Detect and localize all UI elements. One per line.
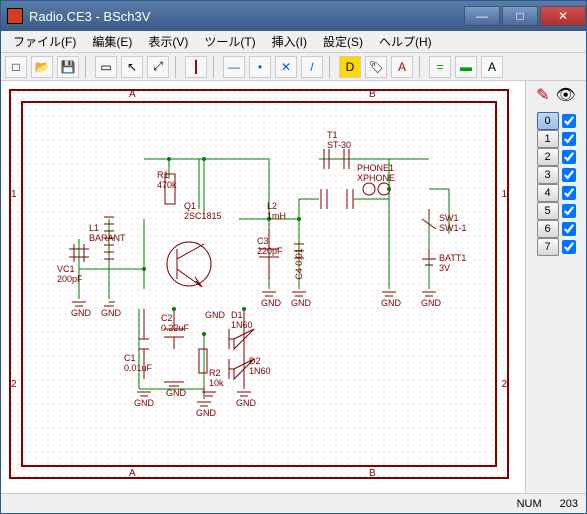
- c4-label: C4 0.01: [295, 248, 305, 280]
- junction-icon[interactable]: •: [249, 56, 271, 78]
- layer-visible-2[interactable]: [562, 150, 576, 164]
- layer-visible-3[interactable]: [562, 168, 576, 182]
- arrow-icon[interactable]: ↖: [121, 56, 143, 78]
- q1-label: Q1 2SC1815: [184, 202, 222, 222]
- vc1-label: VC1 200pF: [57, 265, 83, 285]
- gnd4: GND: [196, 409, 216, 419]
- diagonal-icon[interactable]: /: [301, 56, 323, 78]
- layer-visible-0[interactable]: [562, 114, 576, 128]
- layer-button-6[interactable]: 6: [537, 220, 559, 238]
- toolbar: □ 📂 💾 ▭ ↖ ⤢ ┃ — • ✕ / D 🏷 A = ▬ A: [1, 53, 586, 81]
- status-coord: 203: [560, 498, 578, 510]
- c2-label: C2 0.22uF: [161, 314, 189, 334]
- status-num: NUM: [517, 498, 542, 510]
- eye-icon: 👁: [556, 85, 576, 105]
- gnd5: GND: [236, 399, 256, 409]
- rect-icon[interactable]: ▬: [455, 56, 477, 78]
- select-icon[interactable]: ▭: [95, 56, 117, 78]
- layer-button-2[interactable]: 2: [537, 148, 559, 166]
- maximize-button[interactable]: □: [502, 6, 538, 26]
- d1-label: D1 1N60: [231, 311, 253, 331]
- menu-file[interactable]: ファイル(F): [5, 31, 84, 52]
- layer-visible-1[interactable]: [562, 132, 576, 146]
- menubar: ファイル(F) 編集(E) 表示(V) ツール(T) 挿入(I) 設定(S) ヘ…: [1, 31, 586, 53]
- close-button[interactable]: ✕: [540, 6, 586, 26]
- t1-label: T1 ST-30: [327, 131, 351, 151]
- gnd9: GND: [421, 299, 441, 309]
- schematic-canvas[interactable]: A B A B 1 2 1 2: [1, 81, 526, 493]
- c1-label: C1 0.01uF: [124, 354, 152, 374]
- menu-set[interactable]: 設定(S): [315, 31, 371, 52]
- minimize-button[interactable]: —: [464, 6, 500, 26]
- layer-visible-5[interactable]: [562, 204, 576, 218]
- layer-button-7[interactable]: 7: [537, 238, 559, 256]
- window-title: Radio.CE3 - BSch3V: [29, 9, 150, 24]
- layer-button-3[interactable]: 3: [537, 166, 559, 184]
- l1-label: L1 BARANT: [89, 224, 126, 244]
- layer-visible-6[interactable]: [562, 222, 576, 236]
- layer-button-1[interactable]: 1: [537, 130, 559, 148]
- pencil-icon: ✎: [536, 85, 549, 105]
- menu-help[interactable]: ヘルプ(H): [371, 31, 440, 52]
- new-icon[interactable]: □: [5, 56, 27, 78]
- sw1-label: SW1 SW1-1: [439, 214, 467, 234]
- l2-label: L2 1mH: [267, 202, 286, 222]
- menu-tool[interactable]: ツール(T): [196, 31, 263, 52]
- d2-label: D2 1N60: [249, 357, 271, 377]
- label-d-icon[interactable]: D: [339, 56, 361, 78]
- gnd3b: GND: [166, 389, 186, 399]
- move-icon[interactable]: ⤢: [147, 56, 169, 78]
- text-a2-icon[interactable]: A: [481, 56, 503, 78]
- gnd3: GND: [134, 399, 154, 409]
- batt-label: BATT1 3V: [439, 254, 466, 274]
- gnd8: GND: [381, 299, 401, 309]
- gnd4b: GND: [205, 311, 225, 321]
- r2-label: R2 10k: [209, 369, 224, 389]
- layer-panel: ✎ 👁 01234567: [526, 81, 586, 493]
- c3-label: C3 220pF: [257, 237, 283, 257]
- r1-label: R1 470k: [157, 171, 177, 191]
- menu-view[interactable]: 表示(V): [140, 31, 196, 52]
- bus-icon[interactable]: ┃: [185, 56, 207, 78]
- layer-button-0[interactable]: 0: [537, 112, 559, 130]
- layer-button-4[interactable]: 4: [537, 184, 559, 202]
- phone-label: PHONE1 XPHONE: [357, 164, 395, 184]
- layer-visible-4[interactable]: [562, 186, 576, 200]
- layer-visible-7[interactable]: [562, 240, 576, 254]
- text-a-icon[interactable]: A: [391, 56, 413, 78]
- open-icon[interactable]: 📂: [31, 56, 53, 78]
- titlebar: Radio.CE3 - BSch3V — □ ✕: [1, 1, 586, 31]
- gnd2: GND: [101, 309, 121, 319]
- tag-icon[interactable]: 🏷: [365, 56, 387, 78]
- gnd1: GND: [71, 309, 91, 319]
- equal-icon[interactable]: =: [429, 56, 451, 78]
- layer-button-5[interactable]: 5: [537, 202, 559, 220]
- menu-edit[interactable]: 編集(E): [84, 31, 140, 52]
- save-icon[interactable]: 💾: [57, 56, 79, 78]
- line-icon[interactable]: —: [223, 56, 245, 78]
- schematic-svg: [9, 89, 509, 479]
- gnd6: GND: [261, 299, 281, 309]
- noconnect-icon[interactable]: ✕: [275, 56, 297, 78]
- statusbar: NUM 203: [1, 493, 586, 513]
- app-icon: [7, 8, 23, 24]
- menu-insert[interactable]: 挿入(I): [264, 31, 315, 52]
- gnd7: GND: [291, 299, 311, 309]
